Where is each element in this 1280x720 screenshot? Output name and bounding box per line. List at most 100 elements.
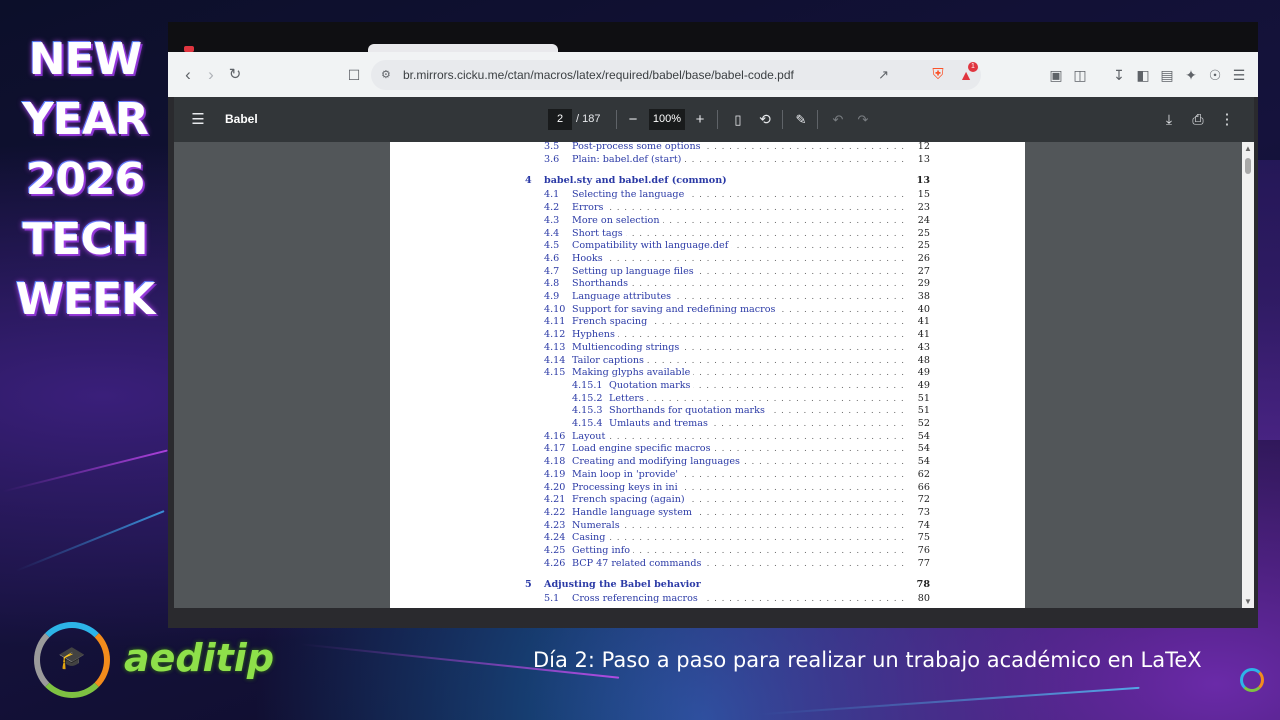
downloads-icon[interactable]: ↧ xyxy=(1107,60,1131,90)
bookmark-icon[interactable]: ☐ xyxy=(339,60,369,90)
toc-entry[interactable]: 4.15.3. . . . . . . . . . . . . . . . . … xyxy=(390,404,1025,418)
toc-entry[interactable]: 4.5. . . . . . . . . . . . . . . . . . .… xyxy=(390,239,1025,253)
url-text[interactable]: br.mirrors.cicku.me/ctan/macros/latex/re… xyxy=(403,60,794,90)
scroll-up-icon[interactable]: ▲ xyxy=(1243,144,1253,153)
promo-line: WEEK xyxy=(15,274,156,325)
site-settings-icon[interactable]: ⚙ xyxy=(381,60,391,90)
toc-page-number: 77 xyxy=(917,557,930,569)
toc-number: 4.9 xyxy=(544,291,560,302)
leo-ai-icon[interactable]: ✦ xyxy=(1179,60,1203,90)
toc-entry[interactable]: 4.24 . . . . . . . . . . . . . . . . . . … xyxy=(390,531,1025,545)
toc-entry[interactable]: 4.6 . . . . . . . . . . . . . . . . . . .… xyxy=(390,251,1025,265)
brave-shield-icon[interactable]: ⛨ xyxy=(926,60,950,90)
toc-number: 4.12 xyxy=(544,329,566,341)
tab-search-icon[interactable]: ◫ xyxy=(1068,60,1092,90)
scroll-down-icon[interactable]: ▼ xyxy=(1243,597,1253,606)
share-icon[interactable]: ↗ xyxy=(878,60,889,90)
toc-entry[interactable]: 4.11. . . . . . . . . . . . . . . . . . … xyxy=(390,315,1025,329)
toc-page-number: 40 xyxy=(917,303,930,315)
toc-page-number: 73 xyxy=(917,506,930,518)
toc-entry[interactable]: 4.7. . . . . . . . . . . . . . . . . . .… xyxy=(390,264,1025,278)
toc-title: Multiencoding strings xyxy=(572,340,683,354)
toc-page-number: 72 xyxy=(917,494,930,506)
toc-title: Post-process some options xyxy=(572,142,704,153)
toc-title: Cross referencing macros xyxy=(572,592,701,606)
wallet-icon[interactable]: ▤ xyxy=(1155,60,1179,90)
toc-number: 5.1 xyxy=(544,593,560,605)
toc-number: 4.26 xyxy=(544,557,566,569)
more-actions-icon[interactable]: ⋮ xyxy=(1217,97,1237,142)
toc-entry[interactable]: 4.17. . . . . . . . . . . . . . . . . . … xyxy=(390,442,1025,456)
toc-entry[interactable]: 4.19. . . . . . . . . . . . . . . . . . … xyxy=(390,467,1025,481)
brave-rewards-icon[interactable]: ▲ 1 xyxy=(954,60,978,90)
toc-entry[interactable]: 4.18. . . . . . . . . . . . . . . . . . … xyxy=(390,455,1025,469)
scrollbar-thumb[interactable] xyxy=(1245,158,1251,174)
toc-entry[interactable]: 4.15. . . . . . . . . . . . . . . . . . … xyxy=(390,366,1025,380)
pdf-viewport[interactable]: 3.5 . . . . . . . . . . . . . . . . . . .… xyxy=(174,142,1254,608)
scrollbar[interactable]: ▲ ▼ xyxy=(1242,142,1254,608)
toc-page-number: 13 xyxy=(916,175,930,187)
menu-icon[interactable]: ☰ xyxy=(1227,60,1251,90)
toc-entry[interactable]: 4.21. . . . . . . . . . . . . . . . . . … xyxy=(390,493,1025,507)
vpn-icon[interactable]: ☉ xyxy=(1203,60,1227,90)
toc-section[interactable]: 4 babel.sty and babel.def (common) 13 xyxy=(390,174,1025,188)
promo-line: YEAR xyxy=(22,94,149,145)
address-bar[interactable]: ⚙ br.mirrors.cicku.me/ctan/macros/latex/… xyxy=(371,60,981,90)
toc-entry[interactable]: 4.3. . . . . . . . . . . . . . . . . . .… xyxy=(390,213,1025,227)
toc-entry[interactable]: 3.5. . . . . . . . . . . . . . . . . . .… xyxy=(390,142,1025,153)
zoom-out-icon[interactable]: − xyxy=(624,97,642,142)
toc-page-number: 15 xyxy=(917,189,930,201)
undo-icon[interactable]: ↶ xyxy=(829,97,847,142)
toc-entry[interactable]: 4.22. . . . . . . . . . . . . . . . . . … xyxy=(390,505,1025,519)
toc-entry[interactable]: 4.13. . . . . . . . . . . . . . . . . . … xyxy=(390,340,1025,354)
toc-page-number: 13 xyxy=(917,153,930,165)
page-number-input[interactable]: 2 xyxy=(548,109,572,130)
toc-entry[interactable]: 4.26. . . . . . . . . . . . . . . . . . … xyxy=(390,556,1025,570)
redo-icon[interactable]: ↷ xyxy=(854,97,872,142)
toc-entry[interactable]: 4.16 . . . . . . . . . . . . . . . . . . … xyxy=(390,429,1025,443)
toc-entry[interactable]: 4.9. . . . . . . . . . . . . . . . . . .… xyxy=(390,290,1025,303)
toc-entry[interactable]: 4.10. . . . . . . . . . . . . . . . . . … xyxy=(390,302,1025,316)
zoom-in-icon[interactable]: + xyxy=(691,97,709,142)
toc-entry[interactable]: 4.20. . . . . . . . . . . . . . . . . . … xyxy=(390,480,1025,494)
toc-entry[interactable]: 4.15.2 . . . . . . . . . . . . . . . . . … xyxy=(390,391,1025,405)
toc-entry[interactable]: 4.14. . . . . . . . . . . . . . . . . . … xyxy=(390,353,1025,367)
extensions-icon[interactable]: ▣ xyxy=(1044,60,1068,90)
toc-entry[interactable]: 4.4. . . . . . . . . . . . . . . . . . .… xyxy=(390,226,1025,240)
sidebar-icon[interactable]: ◧ xyxy=(1131,60,1155,90)
toolbar-divider xyxy=(616,110,617,129)
toc-number: 3.5 xyxy=(544,142,560,152)
fit-page-icon[interactable]: ▯ xyxy=(727,97,749,142)
toc-entry[interactable]: 5.1. . . . . . . . . . . . . . . . . . .… xyxy=(390,592,1025,606)
toc-entry[interactable]: 4.12 . . . . . . . . . . . . . . . . . . … xyxy=(390,328,1025,342)
toc-number: 4.15.1 xyxy=(572,379,603,391)
annotate-icon[interactable]: ✎ xyxy=(790,97,812,142)
toc-entry[interactable]: 4.2 . . . . . . . . . . . . . . . . . . .… xyxy=(390,201,1025,215)
pdf-menu-icon[interactable]: ☰ xyxy=(186,97,210,142)
toc-page-number: 75 xyxy=(917,532,930,544)
toc-number: 4.17 xyxy=(544,443,566,455)
toc-number: 4.6 xyxy=(544,252,560,264)
toc-page-number: 54 xyxy=(917,430,930,442)
toc-leader-dots: . . . . . . . . . . . . . . . . . . . . … xyxy=(572,431,909,441)
pdf-toolbar: ☰ Babel 2 / 187 − 100% + ▯ ⟲ ✎ ↶ ↷ ⤓ ⎙ ⋮ xyxy=(174,97,1254,142)
reload-icon[interactable]: ↻ xyxy=(220,60,250,90)
toc-entry[interactable]: 3.6. . . . . . . . . . . . . . . . . . .… xyxy=(390,152,1025,166)
active-tab[interactable] xyxy=(368,44,558,52)
toc-entry[interactable]: 4.15.4. . . . . . . . . . . . . . . . . … xyxy=(390,417,1025,430)
toc-page-number: 49 xyxy=(917,379,930,391)
toc-entry[interactable]: 4.15.1. . . . . . . . . . . . . . . . . … xyxy=(390,378,1025,392)
toc-entry[interactable]: 4.8. . . . . . . . . . . . . . . . . . .… xyxy=(390,277,1025,291)
toc-title: Support for saving and redefining macros xyxy=(572,302,779,316)
toc-entry[interactable]: 4.25. . . . . . . . . . . . . . . . . . … xyxy=(390,544,1025,557)
toc-entry[interactable]: 4.1. . . . . . . . . . . . . . . . . . .… xyxy=(390,188,1025,202)
toc-entry[interactable]: 4.23. . . . . . . . . . . . . . . . . . … xyxy=(390,518,1025,532)
download-icon[interactable]: ⤓ xyxy=(1158,97,1180,142)
toc-section[interactable]: 5 Adjusting the Babel behavior 78 xyxy=(390,578,1025,592)
print-icon[interactable]: ⎙ xyxy=(1187,97,1209,142)
neon-streak xyxy=(760,686,1140,716)
zoom-level-input[interactable]: 100% xyxy=(649,109,685,130)
graduation-cap-icon: 🎓 xyxy=(58,645,86,670)
toc-number: 4 xyxy=(525,175,532,187)
rotate-icon[interactable]: ⟲ xyxy=(754,97,776,142)
